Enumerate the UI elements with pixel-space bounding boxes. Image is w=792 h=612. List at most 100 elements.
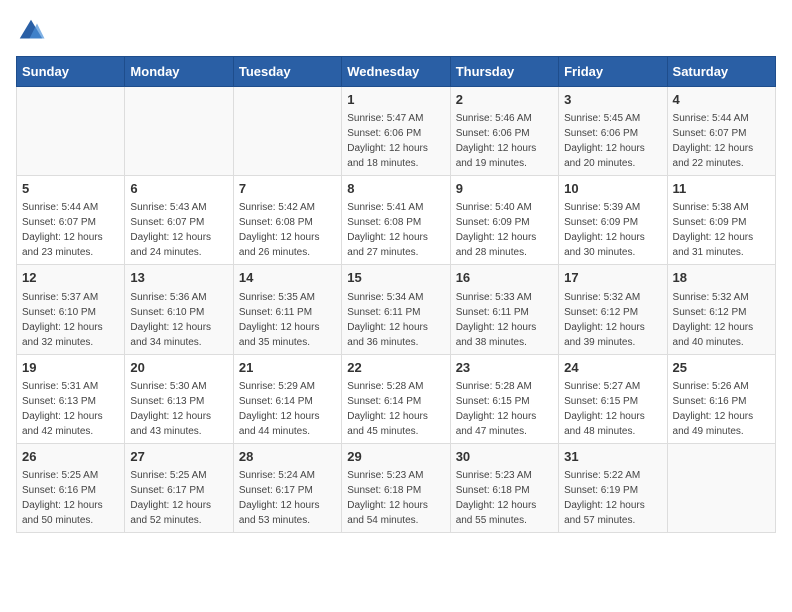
day-number: 6	[130, 180, 227, 198]
calendar-week-row: 26 Sunrise: 5:25 AM Sunset: 6:16 PM Dayli…	[17, 443, 776, 532]
day-number: 18	[673, 269, 770, 287]
day-info: Sunrise: 5:23 AM Sunset: 6:18 PM Dayligh…	[456, 468, 553, 528]
day-number: 7	[239, 180, 336, 198]
day-info: Sunrise: 5:39 AM Sunset: 6:09 PM Dayligh…	[564, 200, 661, 260]
day-of-week-header: Sunday	[17, 57, 125, 87]
day-info: Sunrise: 5:43 AM Sunset: 6:07 PM Dayligh…	[130, 200, 227, 260]
calendar-cell: 7 Sunrise: 5:42 AM Sunset: 6:08 PM Daylig…	[233, 176, 341, 265]
day-of-week-header: Thursday	[450, 57, 558, 87]
day-info: Sunrise: 5:26 AM Sunset: 6:16 PM Dayligh…	[673, 379, 770, 439]
day-info: Sunrise: 5:33 AM Sunset: 6:11 PM Dayligh…	[456, 290, 553, 350]
calendar-cell: 28 Sunrise: 5:24 AM Sunset: 6:17 PM Dayli…	[233, 443, 341, 532]
calendar-week-row: 1 Sunrise: 5:47 AM Sunset: 6:06 PM Daylig…	[17, 87, 776, 176]
day-number: 13	[130, 269, 227, 287]
day-info: Sunrise: 5:28 AM Sunset: 6:14 PM Dayligh…	[347, 379, 444, 439]
calendar-table: SundayMondayTuesdayWednesdayThursdayFrid…	[16, 56, 776, 533]
day-info: Sunrise: 5:46 AM Sunset: 6:06 PM Dayligh…	[456, 111, 553, 171]
day-of-week-header: Friday	[559, 57, 667, 87]
day-number: 25	[673, 359, 770, 377]
day-info: Sunrise: 5:22 AM Sunset: 6:19 PM Dayligh…	[564, 468, 661, 528]
day-number: 1	[347, 91, 444, 109]
day-of-week-header: Monday	[125, 57, 233, 87]
calendar-cell: 29Sunrise: 5:23 AM Sunset: 6:18 PM Dayli…	[342, 443, 450, 532]
calendar-cell: 1 Sunrise: 5:47 AM Sunset: 6:06 PM Daylig…	[342, 87, 450, 176]
calendar-cell: 25 Sunrise: 5:26 AM Sunset: 6:16 PM Dayli…	[667, 354, 775, 443]
calendar-cell: 30 Sunrise: 5:23 AM Sunset: 6:18 PM Dayli…	[450, 443, 558, 532]
calendar-cell: 17 Sunrise: 5:32 AM Sunset: 6:12 PM Dayli…	[559, 265, 667, 354]
day-info: Sunrise: 5:31 AM Sunset: 6:13 PM Dayligh…	[22, 379, 119, 439]
day-number: 20	[130, 359, 227, 377]
day-of-week-header: Wednesday	[342, 57, 450, 87]
day-info: Sunrise: 5:41 AM Sunset: 6:08 PM Dayligh…	[347, 200, 444, 260]
day-number: 5	[22, 180, 119, 198]
calendar-cell: 27 Sunrise: 5:25 AM Sunset: 6:17 PM Dayli…	[125, 443, 233, 532]
day-number: 8	[347, 180, 444, 198]
header	[16, 16, 776, 46]
calendar-cell: 4Sunrise: 5:44 AM Sunset: 6:07 PM Daylig…	[667, 87, 775, 176]
day-info: Sunrise: 5:42 AM Sunset: 6:08 PM Dayligh…	[239, 200, 336, 260]
day-number: 16	[456, 269, 553, 287]
day-info: Sunrise: 5:29 AM Sunset: 6:14 PM Dayligh…	[239, 379, 336, 439]
calendar-cell	[125, 87, 233, 176]
day-info: Sunrise: 5:40 AM Sunset: 6:09 PM Dayligh…	[456, 200, 553, 260]
day-of-week-header: Tuesday	[233, 57, 341, 87]
calendar-cell	[667, 443, 775, 532]
day-number: 19	[22, 359, 119, 377]
day-info: Sunrise: 5:23 AM Sunset: 6:18 PM Dayligh…	[347, 468, 444, 528]
calendar-cell: 31Sunrise: 5:22 AM Sunset: 6:19 PM Dayli…	[559, 443, 667, 532]
day-info: Sunrise: 5:25 AM Sunset: 6:16 PM Dayligh…	[22, 468, 119, 528]
day-info: Sunrise: 5:34 AM Sunset: 6:11 PM Dayligh…	[347, 290, 444, 350]
calendar-cell: 6 Sunrise: 5:43 AM Sunset: 6:07 PM Daylig…	[125, 176, 233, 265]
day-info: Sunrise: 5:27 AM Sunset: 6:15 PM Dayligh…	[564, 379, 661, 439]
calendar-cell: 12Sunrise: 5:37 AM Sunset: 6:10 PM Dayli…	[17, 265, 125, 354]
calendar-cell: 26 Sunrise: 5:25 AM Sunset: 6:16 PM Dayli…	[17, 443, 125, 532]
day-number: 17	[564, 269, 661, 287]
calendar-cell: 20 Sunrise: 5:30 AM Sunset: 6:13 PM Dayli…	[125, 354, 233, 443]
calendar-cell: 3 Sunrise: 5:45 AM Sunset: 6:06 PM Daylig…	[559, 87, 667, 176]
day-info: Sunrise: 5:25 AM Sunset: 6:17 PM Dayligh…	[130, 468, 227, 528]
day-number: 21	[239, 359, 336, 377]
calendar-body: 1 Sunrise: 5:47 AM Sunset: 6:06 PM Daylig…	[17, 87, 776, 533]
calendar-cell: 16 Sunrise: 5:33 AM Sunset: 6:11 PM Dayli…	[450, 265, 558, 354]
day-number: 3	[564, 91, 661, 109]
day-info: Sunrise: 5:45 AM Sunset: 6:06 PM Dayligh…	[564, 111, 661, 171]
calendar-cell: 9 Sunrise: 5:40 AM Sunset: 6:09 PM Daylig…	[450, 176, 558, 265]
day-info: Sunrise: 5:24 AM Sunset: 6:17 PM Dayligh…	[239, 468, 336, 528]
day-info: Sunrise: 5:32 AM Sunset: 6:12 PM Dayligh…	[673, 290, 770, 350]
day-number: 27	[130, 448, 227, 466]
calendar-cell: 23Sunrise: 5:28 AM Sunset: 6:15 PM Dayli…	[450, 354, 558, 443]
calendar-cell: 19 Sunrise: 5:31 AM Sunset: 6:13 PM Dayli…	[17, 354, 125, 443]
day-number: 30	[456, 448, 553, 466]
day-number: 10	[564, 180, 661, 198]
day-info: Sunrise: 5:47 AM Sunset: 6:06 PM Dayligh…	[347, 111, 444, 171]
calendar-cell: 14Sunrise: 5:35 AM Sunset: 6:11 PM Dayli…	[233, 265, 341, 354]
day-number: 9	[456, 180, 553, 198]
calendar-cell: 2 Sunrise: 5:46 AM Sunset: 6:06 PM Daylig…	[450, 87, 558, 176]
day-number: 2	[456, 91, 553, 109]
calendar-cell: 18 Sunrise: 5:32 AM Sunset: 6:12 PM Dayli…	[667, 265, 775, 354]
calendar-cell: 15Sunrise: 5:34 AM Sunset: 6:11 PM Dayli…	[342, 265, 450, 354]
calendar-cell: 11Sunrise: 5:38 AM Sunset: 6:09 PM Dayli…	[667, 176, 775, 265]
calendar-cell	[17, 87, 125, 176]
calendar-cell: 22 Sunrise: 5:28 AM Sunset: 6:14 PM Dayli…	[342, 354, 450, 443]
day-info: Sunrise: 5:38 AM Sunset: 6:09 PM Dayligh…	[673, 200, 770, 260]
day-info: Sunrise: 5:30 AM Sunset: 6:13 PM Dayligh…	[130, 379, 227, 439]
day-number: 14	[239, 269, 336, 287]
day-info: Sunrise: 5:37 AM Sunset: 6:10 PM Dayligh…	[22, 290, 119, 350]
day-number: 24	[564, 359, 661, 377]
day-number: 4	[673, 91, 770, 109]
calendar-cell: 24 Sunrise: 5:27 AM Sunset: 6:15 PM Dayli…	[559, 354, 667, 443]
day-number: 26	[22, 448, 119, 466]
day-info: Sunrise: 5:44 AM Sunset: 6:07 PM Dayligh…	[22, 200, 119, 260]
day-number: 22	[347, 359, 444, 377]
day-info: Sunrise: 5:28 AM Sunset: 6:15 PM Dayligh…	[456, 379, 553, 439]
day-number: 28	[239, 448, 336, 466]
calendar-cell: 5 Sunrise: 5:44 AM Sunset: 6:07 PM Daylig…	[17, 176, 125, 265]
calendar-cell: 13Sunrise: 5:36 AM Sunset: 6:10 PM Dayli…	[125, 265, 233, 354]
calendar-week-row: 5 Sunrise: 5:44 AM Sunset: 6:07 PM Daylig…	[17, 176, 776, 265]
days-of-week-row: SundayMondayTuesdayWednesdayThursdayFrid…	[17, 57, 776, 87]
logo-icon	[16, 16, 46, 46]
day-info: Sunrise: 5:32 AM Sunset: 6:12 PM Dayligh…	[564, 290, 661, 350]
calendar-cell: 10 Sunrise: 5:39 AM Sunset: 6:09 PM Dayli…	[559, 176, 667, 265]
calendar-cell: 8 Sunrise: 5:41 AM Sunset: 6:08 PM Daylig…	[342, 176, 450, 265]
